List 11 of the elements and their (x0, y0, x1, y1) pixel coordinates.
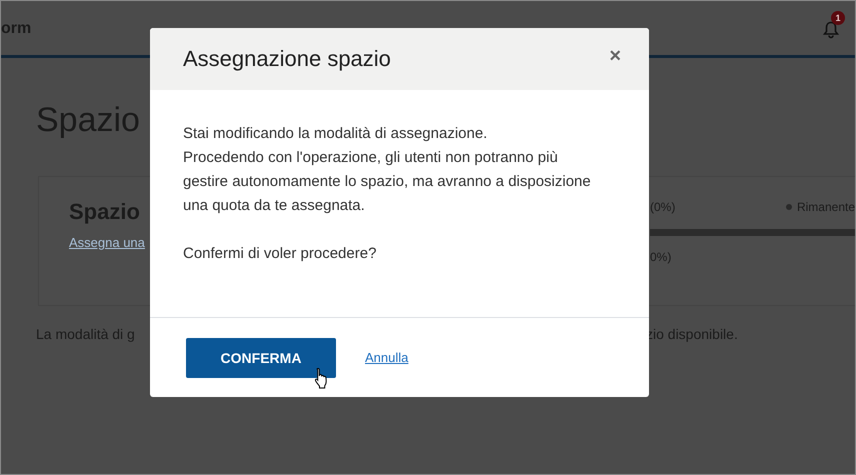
dialog-message: Stai modificando la modalità di assegnazione. (183, 124, 488, 144)
close-button[interactable]: × (609, 44, 621, 68)
bell-icon[interactable] (823, 21, 839, 39)
dialog-question: Confermi di voler procedere? (183, 244, 378, 264)
cancel-link[interactable]: Annulla (365, 350, 408, 365)
dialog-title: Assegnazione spazio (183, 46, 391, 72)
confirm-button[interactable]: CONFERMA (186, 338, 336, 378)
legend-dot (786, 204, 792, 210)
dialog-message: Procedendo con l'operazione, gli utenti non potranno più gestire autonomamente lo spazio, ma avranno a disposizione una quota da te assegnata. (183, 148, 592, 216)
assign-link[interactable]: Assegna una (69, 235, 145, 250)
notification-badge: 1 (831, 11, 845, 25)
